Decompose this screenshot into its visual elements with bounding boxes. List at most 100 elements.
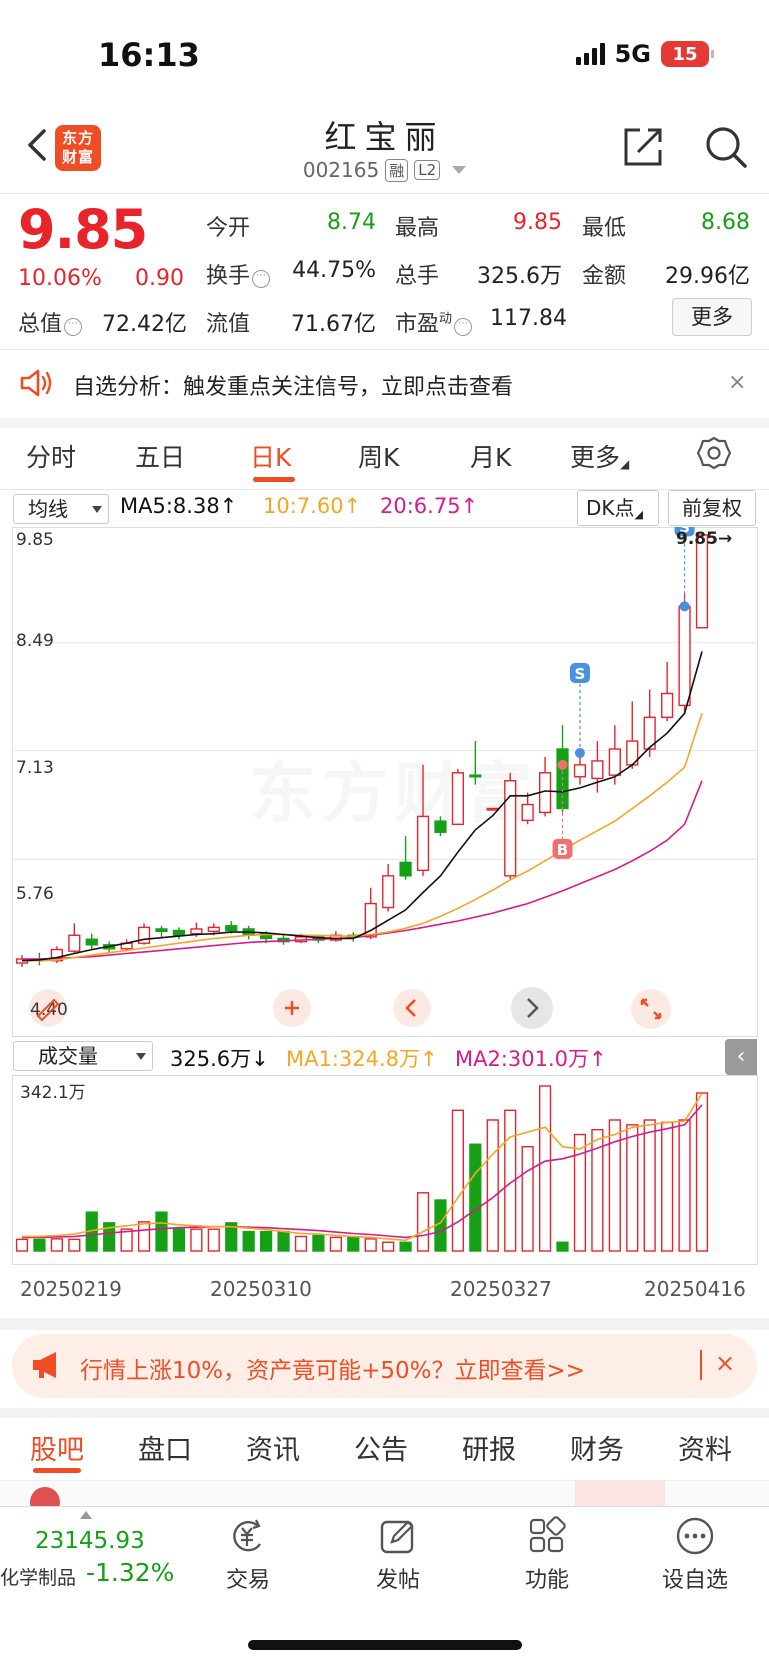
chevron-right-icon[interactable] (510, 986, 554, 1030)
tab-research[interactable]: 研报 (462, 1428, 516, 1467)
mktcap-value: 72.42亿 (102, 312, 187, 337)
high-value: 9.85 (513, 210, 562, 235)
candle (434, 820, 447, 833)
open-label: 今开 (206, 216, 251, 241)
volume-bar (521, 1145, 534, 1252)
volume-bar (277, 1230, 290, 1252)
chevron-left-icon[interactable] (392, 988, 432, 1028)
dk-point-button[interactable]: DK点◢ (577, 490, 659, 526)
info-icon[interactable]: ⋯ (252, 270, 271, 288)
zoom-in-icon[interactable] (272, 988, 312, 1028)
tab-news[interactable]: 资讯 (246, 1428, 300, 1467)
tab-monthly-k[interactable]: 月K (470, 438, 511, 474)
tab-daily-k[interactable]: 日K (250, 438, 291, 474)
nav-trade-label[interactable]: 交易 (203, 1562, 293, 1594)
volume-label: 总手 (395, 264, 440, 289)
candle (416, 815, 430, 871)
divider (0, 418, 769, 428)
tab-orderbook[interactable]: 盘口 (138, 1428, 192, 1467)
candle (172, 929, 186, 936)
chevron-down-icon (452, 166, 467, 174)
volume-bar (242, 1230, 255, 1252)
ma-selector[interactable]: 均线 (13, 494, 109, 524)
network-label: 5G (614, 40, 651, 68)
fullscreen-icon[interactable] (630, 988, 672, 1030)
search-icon[interactable] (703, 124, 749, 170)
sector-index-name[interactable]: 化学制品 (0, 1563, 76, 1590)
adjust-button[interactable]: 前复权 (668, 490, 756, 526)
candle (504, 780, 517, 877)
trade-icon[interactable] (228, 1516, 268, 1556)
amount-value: 29.96亿 (665, 264, 750, 289)
sector-index-value[interactable]: 23145.93 (35, 1528, 145, 1554)
status-icons: 5G 15 (575, 40, 714, 68)
low-value: 8.68 (701, 210, 750, 235)
tab-announcements[interactable]: 公告 (354, 1428, 408, 1467)
kline-chart[interactable]: SSB (12, 527, 758, 1037)
volume-chart[interactable] (12, 1075, 758, 1265)
tab-profile[interactable]: 资料 (678, 1428, 732, 1467)
tab-more[interactable]: 更多◢ (570, 438, 629, 474)
change-amount: 0.90 (135, 266, 184, 291)
draw-tool-icon[interactable] (28, 988, 68, 1028)
volume-current: 325.6万↓ (170, 1047, 269, 1071)
close-icon[interactable]: × (715, 1349, 735, 1377)
volume-bar (329, 1236, 342, 1252)
sector-index-change[interactable]: -1.32% (86, 1558, 174, 1587)
ma20-line (22, 780, 703, 960)
nav-watchlist-label[interactable]: 设自选 (650, 1562, 740, 1594)
info-icon[interactable]: ⋯ (454, 318, 473, 336)
volume-bar (33, 1238, 46, 1252)
gear-icon[interactable] (697, 436, 731, 470)
nav-post-label[interactable]: 发帖 (353, 1562, 443, 1594)
volume-bar (312, 1234, 325, 1252)
volume-bar (678, 1119, 691, 1252)
candle (225, 925, 238, 932)
megaphone-icon (33, 1352, 56, 1378)
candle (399, 861, 412, 877)
float-cap-value: 71.67亿 (291, 312, 376, 337)
tab-five-day[interactable]: 五日 (135, 438, 185, 474)
candle (486, 807, 499, 811)
collapse-panel-button[interactable]: ‹ (725, 1039, 757, 1075)
nav-function-label[interactable]: 功能 (502, 1562, 592, 1594)
date-label: 20250416 (644, 1277, 746, 1301)
share-icon[interactable] (620, 124, 666, 170)
volume-bar (643, 1119, 656, 1252)
volume-bar (68, 1238, 81, 1252)
candle (190, 928, 203, 935)
tab-weekly-k[interactable]: 周K (358, 438, 399, 474)
volume-bar (451, 1109, 465, 1252)
post-icon[interactable] (378, 1516, 418, 1556)
candle (451, 772, 465, 826)
volume-indicator-selector[interactable]: 成交量 (13, 1041, 153, 1071)
open-value: 8.74 (327, 210, 376, 235)
volume-bar (50, 1238, 63, 1252)
close-icon[interactable]: × (728, 370, 746, 395)
ma5-label: MA5:8.38↑ (120, 494, 238, 518)
candle (678, 605, 691, 707)
more-dots-icon[interactable] (675, 1516, 715, 1556)
tab-financials[interactable]: 财务 (570, 1428, 624, 1467)
alert-text[interactable]: 自选分析：触发重点关注信号，立即点击查看 (73, 369, 513, 401)
high-label: 最高 (395, 216, 440, 241)
promo-text[interactable]: 行情上涨10%，资产竟可能+50%？立即查看>> (80, 1351, 585, 1385)
info-icon[interactable]: ⋯ (64, 318, 83, 336)
price-axis-label: 7.13 (16, 758, 54, 778)
volume-max-label: 342.1万 (20, 1083, 86, 1103)
volume-bar (416, 1192, 430, 1252)
ma5-line (21, 651, 703, 962)
candle (469, 774, 482, 778)
function-grid-icon[interactable] (527, 1516, 567, 1556)
volume-ma2: MA2:301.0万↑ (455, 1047, 607, 1071)
candle (68, 934, 81, 952)
volume-bar (15, 1238, 29, 1252)
tab-intraday[interactable]: 分时 (26, 438, 76, 474)
candle (155, 928, 168, 933)
candle (573, 764, 587, 778)
tab-guba[interactable]: 股吧 (30, 1428, 84, 1467)
turnover-value: 44.75% (292, 258, 376, 283)
home-indicator (248, 1640, 522, 1650)
more-quote-button[interactable]: 更多 (672, 298, 752, 336)
volume-ma1: MA1:324.8万↑ (286, 1047, 438, 1071)
